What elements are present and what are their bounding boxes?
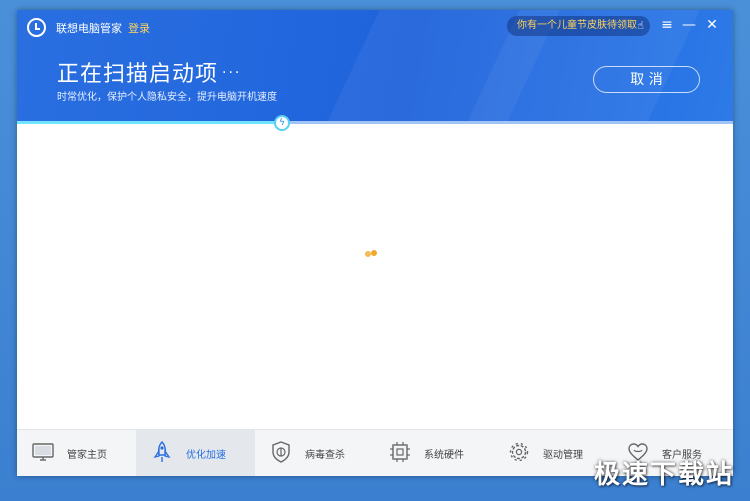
nav-label: 驱动管理	[543, 450, 583, 461]
chip-icon	[390, 442, 410, 462]
site-watermark: 极速下载站	[593, 460, 734, 490]
nav-item-home[interactable]: 管家主页	[17, 430, 136, 476]
app-window: 联想电脑管家 登录 你有一个儿童节皮肤待领取 ☝ ≡ — ✕ 正在扫描启动项 ··…	[17, 10, 733, 476]
rocket-icon	[153, 441, 171, 462]
menu-icon[interactable]: ≡	[658, 16, 676, 34]
nav-item-hardware[interactable]: 系统硬件	[374, 430, 493, 476]
nav-label: 病毒查杀	[305, 450, 345, 461]
scan-heading: 正在扫描启动项 ···	[57, 56, 241, 88]
minimize-icon[interactable]: —	[680, 16, 698, 34]
loading-spinner-icon	[365, 250, 379, 258]
gear-icon	[509, 442, 529, 462]
nav-label: 优化加速	[186, 450, 226, 461]
header-banner: 联想电脑管家 登录 你有一个儿童节皮肤待领取 ☝ ≡ — ✕ 正在扫描启动项 ··…	[17, 10, 733, 124]
nav-item-antivirus[interactable]: 病毒查杀	[255, 430, 374, 476]
scan-content-area	[17, 124, 733, 430]
lightning-icon: ϟ	[273, 115, 290, 131]
app-title: 联想电脑管家	[56, 22, 122, 35]
scan-subtitle: 时常优化，保护个人隐私安全，提升电脑开机速度	[57, 92, 277, 103]
login-link[interactable]: 登录	[128, 20, 150, 36]
scan-heading-dots: ···	[222, 65, 242, 81]
app-logo-icon	[27, 18, 46, 37]
monitor-icon	[32, 443, 54, 461]
nav-label: 系统硬件	[424, 450, 464, 461]
close-icon[interactable]: ✕	[703, 16, 721, 34]
scan-heading-text: 正在扫描启动项	[57, 62, 219, 87]
skin-promo-button[interactable]: 你有一个儿童节皮肤待领取 ☝	[507, 16, 650, 36]
title-bar: 联想电脑管家 登录 你有一个儿童节皮肤待领取 ☝ ≡ — ✕	[17, 10, 733, 46]
shield-icon	[272, 441, 290, 463]
cancel-button[interactable]: 取 消	[593, 66, 700, 93]
nav-item-optimize[interactable]: 优化加速	[136, 430, 255, 476]
pointer-hand-icon: ☝	[637, 19, 644, 32]
promo-text: 你有一个儿童节皮肤待领取	[517, 20, 637, 31]
nav-label: 管家主页	[67, 450, 107, 461]
